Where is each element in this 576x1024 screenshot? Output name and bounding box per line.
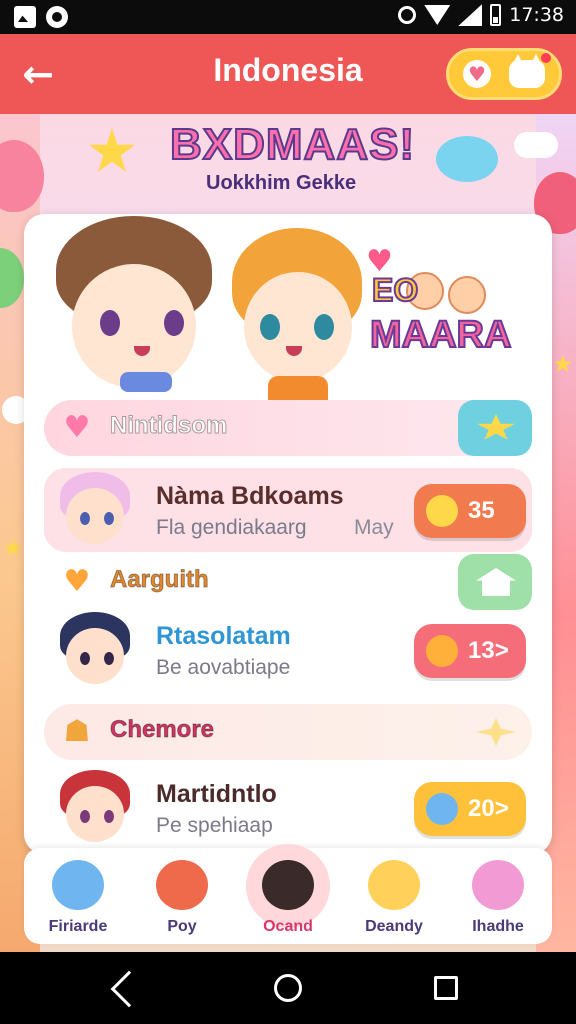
wifi-icon (424, 5, 451, 25)
heart-icon: ♥ (463, 60, 491, 88)
section-label: Chemore (109, 716, 215, 744)
hero-illustration: ♥ EO MAARA (24, 214, 552, 402)
avatar-eye (104, 652, 114, 665)
mini-character-icon (448, 276, 486, 314)
avatar-eye (104, 512, 114, 525)
alarm-icon (398, 6, 417, 24)
boy-character-eye (164, 310, 184, 336)
tab-deandy[interactable]: Deandy (346, 854, 442, 942)
coin-icon (426, 495, 458, 527)
drum-icon: ☗ (63, 714, 91, 749)
nav-back-icon[interactable] (110, 970, 148, 1008)
avatar-face (66, 628, 124, 684)
count-value: 20> (468, 795, 509, 822)
pink-bunny-icon (472, 860, 524, 910)
gear-icon (426, 635, 458, 667)
count-value: 13> (468, 637, 509, 664)
row-name: Martidntlo (156, 780, 277, 808)
avatar (58, 612, 132, 688)
avatar-eye (80, 652, 90, 665)
avatar-face (66, 488, 124, 544)
section-action-button[interactable] (458, 400, 532, 456)
blue-character-icon (426, 793, 458, 825)
rewards-pill-button[interactable]: ♥ (446, 48, 562, 100)
star-icon: ★ (552, 350, 574, 378)
tab-label: Firiarde (48, 918, 108, 935)
row-subtitle: Be aovabtiape (156, 656, 291, 679)
cloud-icon (514, 132, 558, 158)
tab-ocand[interactable]: Ocand (240, 844, 336, 942)
tab-label: Deandy (365, 918, 423, 935)
signal-icon (458, 4, 483, 26)
count-button[interactable]: 35 (414, 484, 526, 538)
list-item[interactable]: Rtasolatam Be aovabtiape 13> (44, 608, 532, 692)
row-name: Nàma Bdkoams (156, 482, 344, 510)
main-card: ♥ EO MAARA ♥ Nintidsom Nàma Bdkoams Fla … (24, 214, 552, 854)
notification-dot (541, 53, 551, 63)
avatar (58, 472, 132, 548)
count-button[interactable]: 20> (414, 782, 526, 836)
heart-icon: ♥ (63, 410, 91, 445)
banner-title: BXDMAAS! (169, 119, 416, 170)
row-subtitle: Pe spehiaap (156, 814, 273, 837)
gamepad-notification-icon (46, 6, 68, 28)
system-navigation-bar (0, 952, 576, 1024)
star-icon: ★ (2, 534, 24, 562)
list-item[interactable]: Nàma Bdkoams Fla gendiakaarg May 35 (44, 468, 532, 552)
tab-poy[interactable]: Poy (134, 854, 230, 942)
tab-label: Ocand (263, 918, 313, 935)
tab-label: Poy (167, 918, 197, 935)
row-extra: May (354, 516, 394, 539)
heart-icon: ♥ (63, 564, 91, 599)
star-ticket-icon (476, 414, 516, 440)
image-notification-icon (14, 6, 36, 28)
home-icon (476, 568, 516, 596)
avatar-face (66, 786, 124, 842)
row-name: Rtasolatam (156, 622, 291, 650)
tab-ihadhe[interactable]: Ihadhe (450, 854, 546, 942)
hero-logo: MAARA (369, 313, 512, 357)
planet-character-icon (436, 136, 498, 182)
list-item[interactable]: Martidntlo Pe spehiaap 20> (44, 766, 532, 850)
count-value: 35 (468, 497, 495, 524)
status-time: 17:38 (509, 4, 564, 26)
count-button[interactable]: 13> (414, 624, 526, 678)
blue-monster-icon (52, 860, 104, 910)
avatar (58, 770, 132, 846)
avatar-eye (80, 512, 90, 525)
girl-character-dress (268, 376, 328, 402)
nav-recents-icon[interactable] (434, 976, 458, 1000)
section-label: Aarguith (110, 566, 210, 594)
banner-subtitle: Uokkhim Gekke (206, 172, 357, 194)
sparkle-icon (476, 718, 516, 746)
tab-firiarde[interactable]: Firiarde (30, 854, 126, 942)
bottom-tab-bar: Firiarde Poy Ocand Deandy Ihadhe (24, 844, 552, 944)
section-label: Nintidsom (109, 412, 228, 440)
section-action-button[interactable] (458, 704, 532, 760)
avatar-eye (104, 810, 114, 823)
dark-hair-boy-icon (262, 860, 314, 910)
cat-icon (509, 60, 545, 88)
section-header-2: ♥ Aarguith (44, 554, 532, 610)
girl-character-eye (314, 314, 334, 340)
section-header-3: ☗ Chemore (44, 704, 532, 760)
boy-character-eye (100, 310, 120, 336)
hero-logo-top: EO (371, 271, 419, 309)
status-bar: 17:38 (0, 0, 576, 34)
red-hair-girl-icon (156, 860, 208, 910)
girl-character-eye (260, 314, 280, 340)
boy-character-bow (120, 372, 172, 392)
tab-label: Ihadhe (472, 918, 524, 935)
nav-home-icon[interactable] (274, 974, 302, 1002)
battery-icon (490, 4, 502, 26)
section-action-button[interactable] (458, 554, 532, 610)
section-header-1: ♥ Nintidsom (44, 400, 532, 456)
yellow-bear-icon (368, 860, 420, 910)
app-bar: ← Indonesia ♥ (0, 34, 576, 114)
row-subtitle: Fla gendiakaarg (156, 516, 307, 539)
avatar-eye (80, 810, 90, 823)
